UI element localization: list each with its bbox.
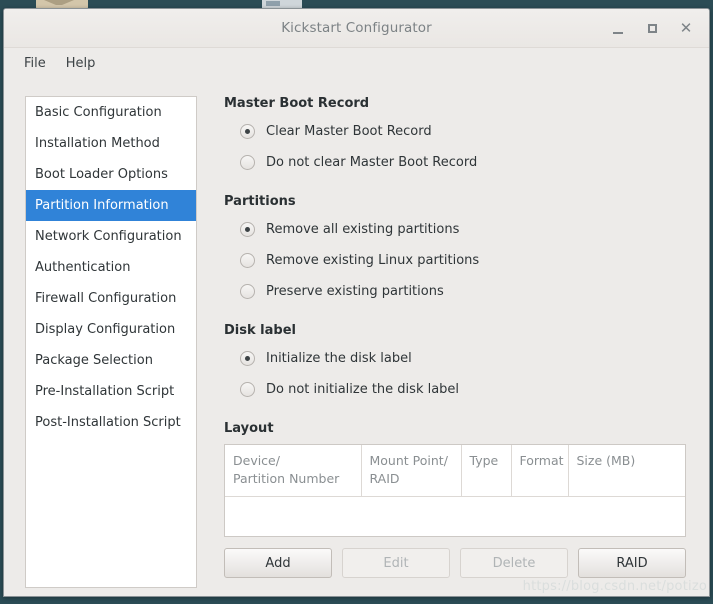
partitions-group: Partitions Remove all existing partition… [224,194,692,304]
empty-table-area [225,496,685,537]
column-header-size[interactable]: Size (MB) [568,445,685,497]
column-header-format[interactable]: Format [511,445,569,497]
radio-clear-mbr-label: Clear Master Boot Record [266,124,432,139]
delete-button: Delete [460,548,568,579]
desktop-background: Kickstart Configurator ✕ File Help Basic… [0,0,713,604]
sidebar-item-installation-method[interactable]: Installation Method [26,128,196,159]
radio-do-not-clear-mbr-label: Do not clear Master Boot Record [266,155,478,170]
radio-do-not-clear-mbr-indicator [240,155,255,170]
partitions-title: Partitions [224,194,296,209]
radio-initialize-disk-label-indicator [240,351,255,366]
radio-do-not-initialize-disk-label-label: Do not initialize the disk label [266,382,460,397]
sidebar-item-package-selection[interactable]: Package Selection [26,345,196,376]
layout-table-container[interactable]: Device/ Partition Number Mount Point/ RA… [224,444,686,538]
title-bar: Kickstart Configurator ✕ [4,9,709,48]
close-icon: ✕ [679,18,693,37]
column-header-mount-point[interactable]: Mount Point/ RAID [361,445,462,497]
window-title: Kickstart Configurator [281,20,432,36]
radio-clear-mbr[interactable]: Clear Master Boot Record [240,119,692,144]
layout-table-body [225,496,685,537]
radio-do-not-clear-mbr[interactable]: Do not clear Master Boot Record [240,150,692,175]
radio-preserve-partitions-indicator [240,284,255,299]
radio-clear-mbr-indicator [240,124,255,139]
layout-group: Layout Device/ Partition Number Mount Po… [224,421,692,579]
raid-button[interactable]: RAID [578,548,686,579]
radio-do-not-initialize-disk-label[interactable]: Do not initialize the disk label [240,377,692,402]
maximize-icon [647,23,657,33]
minimize-icon [613,31,623,34]
sidebar-item-boot-loader-options[interactable]: Boot Loader Options [26,159,196,190]
sidebar-item-authentication[interactable]: Authentication [26,252,196,283]
sidebar-item-post-installation-script[interactable]: Post-Installation Script [26,407,196,438]
navigation-sidebar: Basic Configuration Installation Method … [25,96,197,588]
radio-remove-linux-partitions[interactable]: Remove existing Linux partitions [240,248,692,273]
edit-button: Edit [342,548,450,579]
master-boot-record-group: Master Boot Record Clear Master Boot Rec… [224,96,692,175]
sidebar-item-display-configuration[interactable]: Display Configuration [26,314,196,345]
menu-item-help[interactable]: Help [56,53,106,74]
radio-remove-all-partitions-label: Remove all existing partitions [266,222,460,237]
partition-information-panel: Master Boot Record Clear Master Boot Rec… [197,96,692,588]
radio-initialize-disk-label[interactable]: Initialize the disk label [240,346,692,371]
maximize-button[interactable] [635,13,669,43]
radio-do-not-initialize-disk-label-indicator [240,382,255,397]
disk-label-title: Disk label [224,323,296,338]
menu-bar: File Help [4,48,709,78]
sidebar-item-basic-configuration[interactable]: Basic Configuration [26,97,196,128]
column-header-device[interactable]: Device/ Partition Number [225,445,362,497]
layout-table: Device/ Partition Number Mount Point/ RA… [225,445,685,537]
radio-remove-all-partitions[interactable]: Remove all existing partitions [240,217,692,242]
radio-preserve-partitions[interactable]: Preserve existing partitions [240,279,692,304]
master-boot-record-title: Master Boot Record [224,96,370,111]
window-controls: ✕ [601,9,703,47]
radio-initialize-disk-label-label: Initialize the disk label [266,351,412,366]
minimize-button[interactable] [601,13,635,43]
window-content: Basic Configuration Installation Method … [4,78,709,598]
radio-remove-all-partitions-indicator [240,222,255,237]
disk-label-group: Disk label Initialize the disk label Do … [224,323,692,402]
sidebar-item-partition-information[interactable]: Partition Information [26,190,196,221]
layout-title: Layout [224,421,274,436]
column-header-type[interactable]: Type [461,445,512,497]
sidebar-item-pre-installation-script[interactable]: Pre-Installation Script [26,376,196,407]
close-button[interactable]: ✕ [669,13,703,43]
table-row-empty [225,496,685,537]
radio-remove-linux-partitions-label: Remove existing Linux partitions [266,253,480,268]
radio-remove-linux-partitions-indicator [240,253,255,268]
layout-table-header-row: Device/ Partition Number Mount Point/ RA… [225,445,685,497]
kickstart-configurator-window: Kickstart Configurator ✕ File Help Basic… [3,8,710,597]
sidebar-item-network-configuration[interactable]: Network Configuration [26,221,196,252]
radio-preserve-partitions-label: Preserve existing partitions [266,284,444,299]
add-button[interactable]: Add [224,548,332,579]
sidebar-item-firewall-configuration[interactable]: Firewall Configuration [26,283,196,314]
layout-action-buttons: Add Edit Delete RAID [224,548,686,579]
menu-item-file[interactable]: File [14,53,56,74]
